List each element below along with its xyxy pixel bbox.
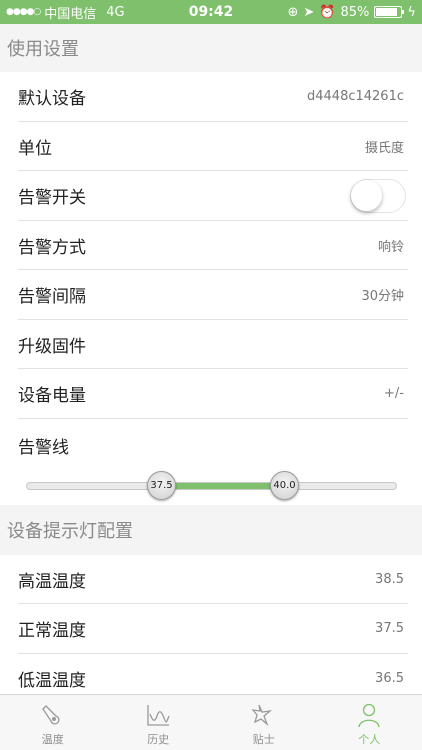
alarm-low-thumb[interactable]: 37.5: [147, 470, 176, 500]
alarm-interval-value: 30分钟: [361, 289, 404, 305]
device-battery-label: 设备电量: [18, 386, 86, 407]
tab-profile[interactable]: 个人: [317, 695, 422, 750]
battery-icon: [374, 6, 405, 18]
alarm-switch-label: 告警开关: [18, 188, 86, 209]
status-time: 09:42: [188, 4, 234, 20]
tab-tips[interactable]: 贴士: [211, 695, 317, 750]
chart-icon: [147, 705, 170, 726]
high-temp-row[interactable]: 高温温度 38.5: [0, 555, 422, 605]
status-bar: ●●●●○ 中国电信 4G 09:42 ⊕ ➤ ⏰ 85% ϟ: [0, 0, 422, 24]
tab-temperature[interactable]: 温度: [0, 695, 106, 750]
alarm-mode-label: 告警方式: [18, 237, 86, 258]
upgrade-firmware-row[interactable]: 升级固件: [0, 320, 422, 370]
alarm-mode-value: 响铃: [377, 239, 404, 255]
device-battery-value: +/-: [384, 386, 404, 402]
device-battery-row[interactable]: 设备电量 +/-: [0, 369, 422, 419]
tab-profile-label: 个人: [358, 733, 381, 746]
high-temp-value: 38.5: [375, 571, 404, 587]
usage-settings-group: 默认设备 d4448c14261c 单位 摄氏度 告警开关 告警方式 响铃 告警…: [0, 72, 422, 505]
unit-row[interactable]: 单位 摄氏度: [0, 122, 422, 172]
person-icon: [358, 703, 380, 728]
default-device-label: 默认设备: [18, 89, 86, 110]
upgrade-firmware-label: 升级固件: [18, 336, 86, 357]
tab-temperature-label: 温度: [41, 733, 64, 746]
alarm-switch-row: 告警开关: [0, 171, 422, 221]
unit-value: 摄氏度: [364, 140, 404, 156]
high-temp-label: 高温温度: [18, 571, 86, 592]
default-device-row[interactable]: 默认设备 d4448c14261c: [0, 72, 422, 122]
tab-tips-label: 贴士: [252, 733, 275, 746]
star-icon: [251, 704, 272, 727]
alarm-line-row: 告警线 37.5 40.0: [0, 418, 422, 505]
alarm-interval-row[interactable]: 告警间隔 30分钟: [0, 270, 422, 320]
light-section-title: 设备提示灯配置: [0, 504, 422, 555]
alarm-line-range: [162, 482, 284, 489]
alarm-mode-row[interactable]: 告警方式 响铃: [0, 221, 422, 271]
normal-temp-row[interactable]: 正常温度 37.5: [0, 604, 422, 654]
light-settings-group: 高温温度 38.5 正常温度 37.5 低温温度 36.5: [0, 554, 422, 703]
alarm-interval-label: 告警间隔: [18, 287, 86, 308]
alarm-high-thumb[interactable]: 40.0: [270, 470, 299, 500]
toggle-knob: [351, 179, 382, 211]
alarm-line-label: 告警线: [18, 437, 69, 458]
normal-temp-value: 37.5: [375, 621, 404, 637]
low-temp-label: 低温温度: [18, 670, 86, 691]
alarm-switch-toggle[interactable]: [350, 178, 406, 213]
thermometer-icon: [41, 705, 60, 725]
usage-section-title: 使用设置: [0, 24, 422, 72]
default-device-value: d4448c14261c: [307, 89, 404, 105]
tab-history[interactable]: 历史: [106, 695, 212, 750]
tab-history-label: 历史: [147, 733, 170, 746]
unit-label: 单位: [18, 138, 52, 159]
normal-temp-label: 正常温度: [18, 621, 86, 642]
tab-bar: 温度 历史 贴士 个人: [0, 694, 422, 750]
low-temp-value: 36.5: [375, 670, 404, 686]
